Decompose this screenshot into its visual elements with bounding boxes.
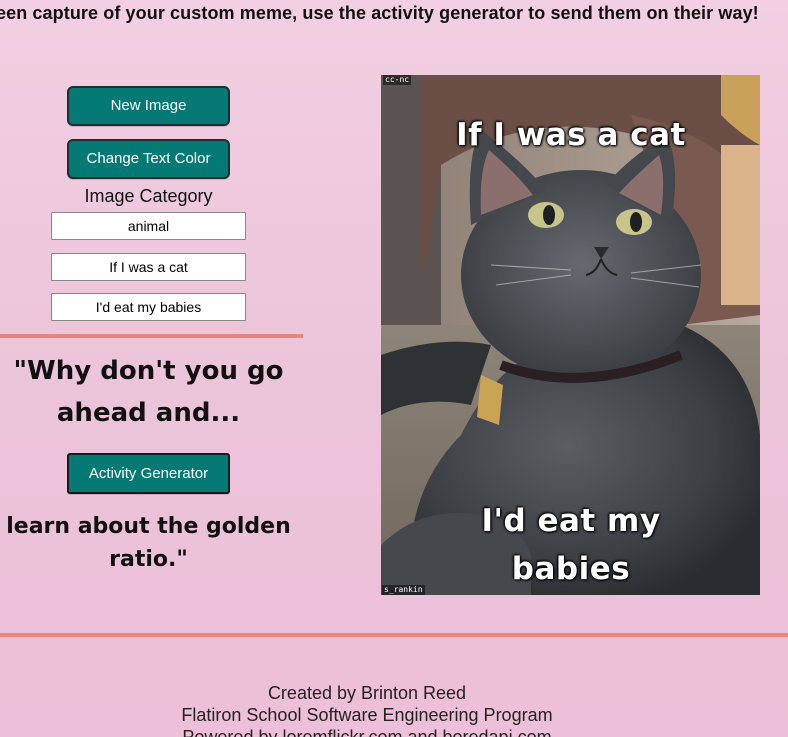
meme-bottom-text-line-1: I'd eat my	[481, 503, 661, 539]
change-text-color-button[interactable]: Change Text Color	[67, 139, 230, 179]
author-label: s_rankin	[382, 585, 425, 595]
footer-divider	[0, 633, 788, 637]
category-input[interactable]	[51, 212, 246, 240]
activity-prompt-line-1: "Why don't you go	[13, 356, 284, 386]
activity-result: learn about the golden ratio."	[0, 510, 297, 576]
activity-result-line-1: learn about the golden	[6, 514, 291, 539]
meme-top-text: If I was a cat	[456, 117, 686, 153]
activity-result-line-2: ratio."	[109, 547, 188, 572]
meme-bottom-text: I'd eat my babies	[421, 497, 721, 593]
image-category-label: Image Category	[84, 186, 213, 206]
activity-generator-button[interactable]: Activity Generator	[67, 453, 230, 494]
footer-powered-by: Powered by loremflickr.com and boredapi.…	[182, 727, 552, 737]
activity-prompt: "Why don't you go ahead and...	[0, 350, 297, 434]
new-image-button[interactable]: New Image	[67, 86, 230, 126]
footer: Created by Brinton Reed Flatiron School …	[0, 682, 734, 737]
footer-credit: Created by Brinton Reed	[267, 683, 467, 703]
top-text-input[interactable]	[51, 253, 246, 281]
bottom-text-input[interactable]	[51, 293, 246, 321]
meme-image: cc-nc If I was a cat I'd eat my babies s…	[381, 75, 760, 595]
footer-program: Flatiron School Software Engineering Pro…	[181, 705, 553, 725]
license-label: cc-nc	[383, 75, 412, 85]
section-divider	[0, 334, 303, 338]
activity-prompt-line-2: ahead and...	[56, 398, 241, 428]
instructions-banner: een capture of your custom meme, use the…	[0, 3, 759, 23]
meme-bottom-text-line-2: babies	[511, 551, 631, 587]
